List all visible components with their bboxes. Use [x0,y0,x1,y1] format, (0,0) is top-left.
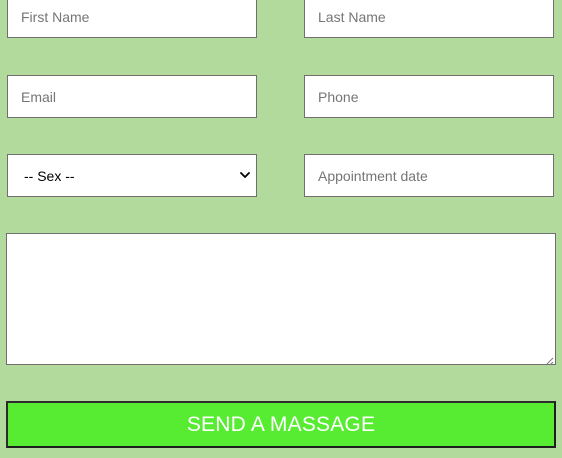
sex-select[interactable]: -- Sex -- [7,154,257,197]
phone-placeholder: Phone [318,88,359,105]
sex-select-value: -- Sex -- [24,167,75,184]
last-name-input[interactable]: Last Name [304,0,554,38]
email-placeholder: Email [21,88,57,105]
phone-input[interactable]: Phone [304,75,554,118]
appointment-date-placeholder: Appointment date [318,167,428,184]
first-name-input[interactable]: First Name [7,0,257,38]
chevron-down-icon [240,171,250,181]
resize-handle-icon[interactable] [544,353,554,366]
send-message-button[interactable]: SEND A MASSAGE [6,401,556,448]
message-textarea[interactable] [6,233,556,366]
first-name-placeholder: First Name [21,8,90,25]
appointment-date-input[interactable]: Appointment date [304,154,554,197]
last-name-placeholder: Last Name [318,8,386,25]
email-input[interactable]: Email [7,75,257,118]
